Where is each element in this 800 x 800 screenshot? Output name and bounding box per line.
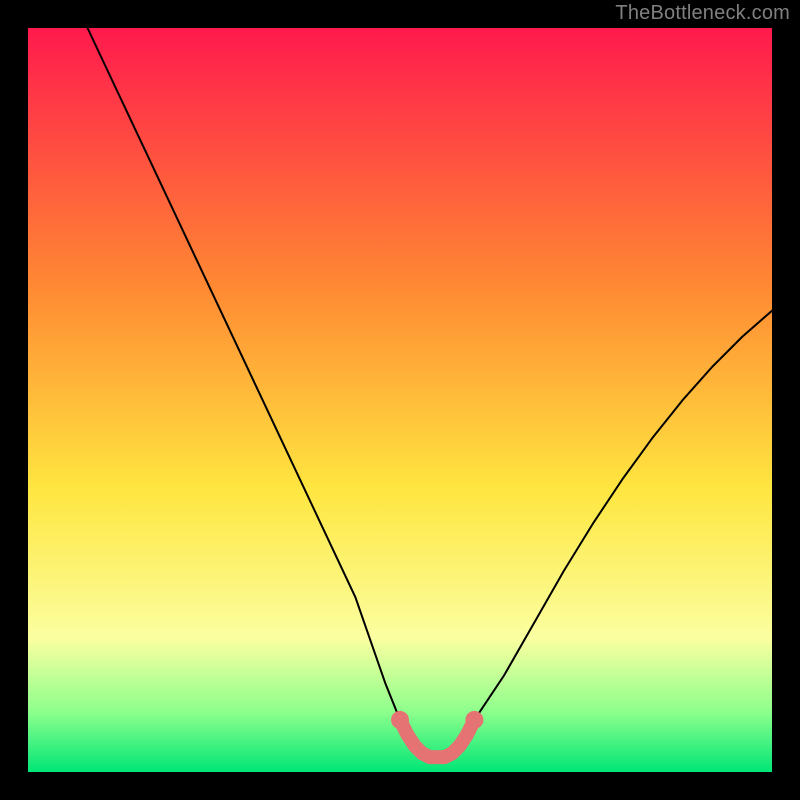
highlight-dot-left <box>391 711 409 729</box>
chart-svg <box>0 0 800 800</box>
highlight-dot-right <box>465 711 483 729</box>
watermark-text: TheBottleneck.com <box>615 2 790 25</box>
bottleneck-chart: TheBottleneck.com <box>0 0 800 800</box>
